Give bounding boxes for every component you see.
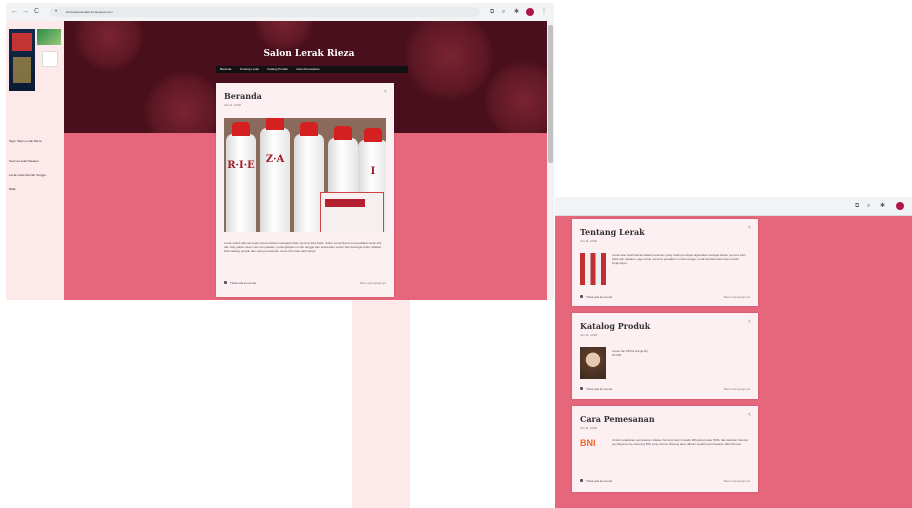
post-thumbnail[interactable] <box>580 347 606 379</box>
sidebar-badge-image[interactable] <box>42 51 58 67</box>
address-bar[interactable]: • bioziasalonlerakrieza.blogspot.com <box>50 7 480 17</box>
floral-decoration <box>484 61 554 133</box>
main-browser-window: ← → C • bioziasalonlerakrieza.blogspot.c… <box>6 3 554 300</box>
comment-link[interactable]: Tidak ada komentar <box>586 479 612 483</box>
blog-title[interactable]: Salon Lerak Rieza <box>64 49 554 60</box>
comment-link[interactable]: Tidak ada komentar <box>586 295 612 299</box>
profile-avatar[interactable] <box>896 202 904 210</box>
bottle-image: R·I·E <box>226 122 256 232</box>
floral-decoration <box>254 21 314 51</box>
read-more-link[interactable]: Baca selengkapnya <box>360 281 386 285</box>
translate-icon[interactable]: ⧉ <box>855 202 859 210</box>
post-title[interactable]: Tentang Lerak <box>580 227 645 237</box>
share-icon[interactable]: < <box>748 319 751 325</box>
comment-icon[interactable] <box>580 479 583 482</box>
comment-link[interactable]: Tidak ada komentar <box>230 281 256 285</box>
profile-avatar[interactable] <box>526 8 534 16</box>
post-card-cara-pemesanan: Cara Pemesanan Juli 11, 2018 < BNI Untuk… <box>572 406 758 492</box>
comment-icon[interactable] <box>580 387 583 390</box>
post-card-katalog-produk: Katalog Produk Juli 11, 2018 < Lerak cai… <box>572 313 758 399</box>
reload-icon[interactable]: C <box>34 8 39 16</box>
browser-toolbar: ⧉ ⌕ ✱ <box>555 197 912 216</box>
bottle-image: Z·A <box>260 118 290 232</box>
sidebar-thumbnail-image[interactable] <box>37 29 61 45</box>
floral-decoration <box>404 21 494 101</box>
sidebar-link-rumah-tangga[interactable]: Lerak untuk Rumah Tangga <box>9 173 46 177</box>
comment-icon[interactable] <box>580 295 583 298</box>
translate-icon[interactable]: ⧉ <box>490 8 494 16</box>
post-title[interactable]: Katalog Produk <box>580 321 650 331</box>
extensions-icon[interactable]: ✱ <box>514 8 519 16</box>
lock-icon: • <box>55 9 58 15</box>
share-icon[interactable]: < <box>384 89 387 95</box>
secondary-browser-window: ⧉ ⌕ ✱ Tentang Lerak Juli 11, 2018 < Lera… <box>555 197 912 508</box>
nav-item-katalog-produk[interactable]: Katalog Produk <box>267 66 288 73</box>
post-date: Juli 11, 2018 <box>580 239 597 243</box>
share-icon[interactable]: < <box>748 225 751 231</box>
post-card-beranda: Beranda Juli 11, 2018 < R·I·E Z·A I Lera… <box>216 83 394 297</box>
post-excerpt: Lerak atau buah klerak adalah tanaman ya… <box>612 253 746 265</box>
post-title[interactable]: Cara Pemesanan <box>580 414 655 424</box>
back-icon[interactable]: ← <box>11 8 18 16</box>
sidebar-link-pakaian[interactable]: Semua Lerak Pakaian <box>9 159 39 163</box>
share-icon[interactable]: < <box>748 412 751 418</box>
nav-item-beranda[interactable]: Beranda <box>220 66 231 73</box>
browser-toolbar: ← → C • bioziasalonlerakrieza.blogspot.c… <box>6 3 554 22</box>
post-excerpt: Lerak cair 250ml Harga Rp 15.000 <box>612 349 648 357</box>
post-card-tentang-lerak: Tentang Lerak Juli 11, 2018 < Lerak atau… <box>572 219 758 306</box>
sidebar-continuation <box>352 300 410 508</box>
read-more-link[interactable]: Baca selengkapnya <box>724 295 750 299</box>
sidebar-link-batik[interactable]: Batik <box>9 187 16 191</box>
bni-logo[interactable]: BNI <box>580 438 596 449</box>
sidebar-poster-image[interactable] <box>9 29 35 91</box>
page-scrollbar[interactable] <box>547 21 554 300</box>
extensions-icon[interactable]: ✱ <box>880 202 885 210</box>
nav-item-cara-pemesanan[interactable]: Cara Pemesanan <box>296 66 319 73</box>
read-more-link[interactable]: Baca selengkapnya <box>724 479 750 483</box>
comment-link[interactable]: Tidak ada komentar <box>586 387 612 391</box>
search-icon[interactable]: ⌕ <box>867 202 870 210</box>
post-date: Juli 11, 2018 <box>224 103 241 107</box>
menu-icon[interactable]: ⋮ <box>541 8 547 16</box>
blog-nav-menu: Beranda Tentang Lerak Katalog Produk Car… <box>216 66 408 73</box>
product-box-image <box>320 192 384 232</box>
sidebar-link-tags[interactable]: Tags: Salon Lerak Rieza <box>9 139 42 143</box>
post-excerpt: Lerak sudah dikenal sejak zaman dahulu s… <box>224 241 382 253</box>
post-thumbnail[interactable] <box>580 253 606 285</box>
floral-decoration <box>74 21 144 71</box>
post-date: Juli 11, 2018 <box>580 333 597 337</box>
product-photo[interactable]: R·I·E Z·A I <box>224 118 386 232</box>
blog-sidebar: Tags: Salon Lerak Rieza Semua Lerak Paka… <box>6 21 64 300</box>
floral-decoration <box>144 71 224 133</box>
read-more-link[interactable]: Baca selengkapnya <box>724 387 750 391</box>
forward-icon[interactable]: → <box>22 8 29 16</box>
search-icon[interactable]: ⌕ <box>502 8 505 16</box>
comment-icon[interactable] <box>224 281 227 284</box>
url-text[interactable]: bioziasalonlerakrieza.blogspot.com <box>66 10 113 14</box>
nav-item-tentang-lerak[interactable]: Tentang Lerak <box>240 66 259 73</box>
post-title[interactable]: Beranda <box>224 91 262 101</box>
scrollbar-thumb[interactable] <box>548 25 553 163</box>
post-date: Juli 11, 2018 <box>580 426 597 430</box>
post-excerpt: Untuk melakukan pemesanan silakan hubung… <box>612 438 749 446</box>
